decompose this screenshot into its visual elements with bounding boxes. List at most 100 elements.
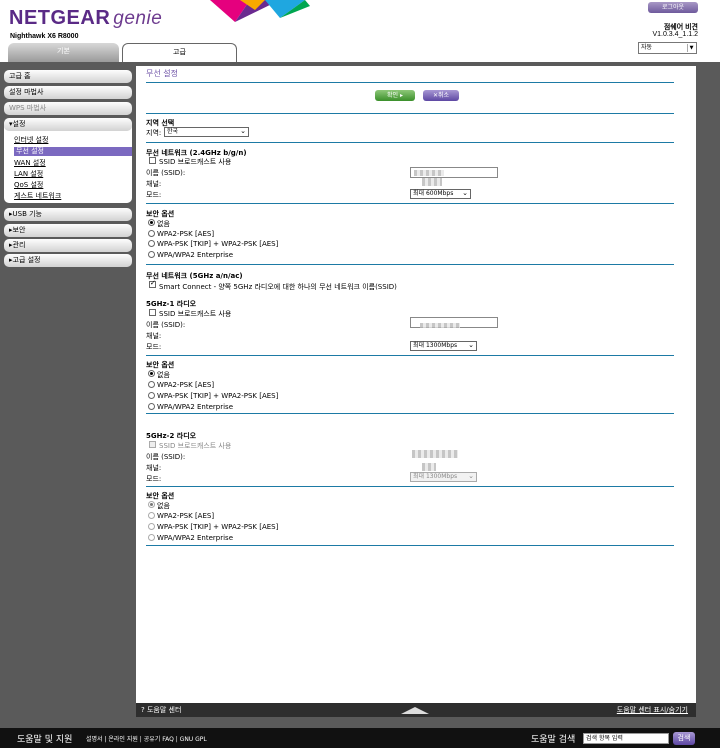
footer: 도움말 및 지원 설명서 | 온라인 지원 | 공유기 FAQ | GNU GP… — [0, 728, 720, 748]
sec2-radio-enterprise[interactable] — [148, 534, 155, 541]
sec24-option-label: WPA2-PSK [AES] — [157, 230, 215, 238]
sec2-option-label: WPA/WPA2 Enterprise — [157, 534, 234, 542]
sec1-option-label: WPA/WPA2 Enterprise — [157, 403, 234, 411]
divider — [146, 264, 674, 265]
sec1-radio-enterprise[interactable] — [148, 403, 155, 410]
sec24-radio-wpa2[interactable] — [148, 230, 155, 237]
net24-mode-label: 모드: — [146, 191, 162, 199]
radio2-ssid-broadcast-label: SSID 브로드캐스트 사용 — [159, 442, 232, 450]
sidebar-item-advanced-setup[interactable]: ▸고급 설정 — [4, 254, 132, 267]
net5-heading: 무선 네트워크 (5GHz a/n/ac) — [146, 272, 243, 280]
sidebar-item-setup-wizard[interactable]: 설정 마법사 — [4, 86, 132, 99]
net24-ssid-broadcast-label: SSID 브로드캐스트 사용 — [159, 158, 232, 166]
brand-name: NETGEAR — [9, 7, 111, 29]
radio1-mode-label: 모드: — [146, 343, 162, 351]
sec1-option-label: 없음 — [157, 371, 170, 379]
redacted-channel — [422, 178, 442, 186]
sidebar-item-qos-setup[interactable]: QoS 설정 — [14, 180, 43, 190]
sec1-option-label: WPA-PSK [TKIP] + WPA2-PSK [AES] — [157, 392, 279, 400]
chevron-down-icon: ⌄ — [468, 341, 474, 349]
sec2-heading: 보안 옵션 — [146, 492, 175, 500]
radio1-channel-label: 채널: — [146, 332, 162, 340]
language-selected: 자동 — [641, 44, 653, 51]
chevron-down-icon: ▼ — [687, 44, 695, 52]
sec24-heading: 보안 옵션 — [146, 210, 175, 218]
help-center-toggle[interactable]: 도움말 센터 표시/숨기기 — [617, 705, 688, 715]
divider — [146, 486, 674, 487]
radio2-heading: 5GHz-2 라디오 — [146, 432, 197, 440]
sidebar-item-lan-setup[interactable]: LAN 설정 — [14, 169, 43, 179]
help-icon: ? — [141, 706, 145, 714]
sec24-radio-none[interactable] — [148, 219, 155, 226]
netgear-genie-logo: NETGEAR genie — [9, 7, 162, 30]
language-select[interactable]: 자동 ▼ — [638, 42, 697, 54]
sidebar-item-advanced-home[interactable]: 고급 홈 — [4, 70, 132, 83]
cancel-button[interactable]: ✕취소 — [423, 90, 459, 101]
region-value: 한국 — [167, 128, 179, 135]
chevron-down-icon: ⌄ — [462, 189, 468, 197]
search-title: 도움말 검색 — [531, 735, 576, 745]
divider — [146, 113, 674, 114]
radio2-ssid-broadcast-checkbox[interactable] — [149, 441, 156, 448]
help-center-link[interactable]: ? 도움말 센터 — [141, 705, 181, 715]
divider — [146, 545, 674, 546]
chevron-up-icon[interactable] — [401, 707, 429, 714]
sec2-radio-wpa2[interactable] — [148, 512, 155, 519]
sec1-option-label: WPA2-PSK [AES] — [157, 381, 215, 389]
sec24-option-label: 없음 — [157, 220, 170, 228]
sec24-option-label: WPA-PSK [TKIP] + WPA2-PSK [AES] — [157, 240, 279, 248]
sec1-radio-none[interactable] — [148, 370, 155, 377]
divider — [146, 203, 674, 204]
sidebar-item-wireless-setup[interactable]: 무선 설정 — [14, 147, 132, 156]
divider — [146, 142, 674, 143]
sidebar-item-usb[interactable]: ▸USB 기능 — [4, 208, 132, 221]
apply-button[interactable]: 확인 ▸ — [375, 90, 415, 101]
sec2-radio-wpa-mixed[interactable] — [148, 523, 155, 530]
sec2-radio-none[interactable] — [148, 501, 155, 508]
logout-button[interactable]: 로그아웃 — [648, 2, 698, 13]
support-links[interactable]: 설명서 | 온라인 지원 | 공유기 FAQ | GNU GPL — [86, 734, 207, 743]
radio2-channel-label: 채널: — [146, 464, 162, 472]
router-model: Nighthawk X6 R8000 — [10, 33, 79, 40]
region-label: 지역: — [146, 129, 162, 137]
net24-ssid-label: 이름 (SSID): — [146, 169, 186, 177]
tab-basic[interactable]: 기본 — [8, 43, 119, 62]
tab-advanced[interactable]: 고급 — [122, 43, 237, 62]
radio2-mode-label: 모드: — [146, 475, 162, 483]
page-title: 무선 설정 — [146, 69, 178, 78]
net24-ssid-broadcast-checkbox[interactable] — [149, 157, 156, 164]
sec24-radio-wpa-mixed[interactable] — [148, 240, 155, 247]
title-divider — [146, 82, 674, 83]
sidebar-item-admin[interactable]: ▸관리 — [4, 239, 132, 252]
radio1-ssid-broadcast-checkbox[interactable] — [149, 309, 156, 316]
brand-product: genie — [113, 8, 163, 29]
sec24-option-label: WPA/WPA2 Enterprise — [157, 251, 234, 259]
sec2-option-label: WPA2-PSK [AES] — [157, 512, 215, 520]
sec1-radio-wpa-mixed[interactable] — [148, 392, 155, 399]
radio1-mode-value: 최대 1300Mbps — [413, 342, 458, 349]
net24-mode-select[interactable]: 최대 600Mbps ⌄ — [410, 189, 471, 199]
sec24-radio-enterprise[interactable] — [148, 251, 155, 258]
radio1-ssid-broadcast-label: SSID 브로드캐스트 사용 — [159, 310, 232, 318]
help-center-label: 도움말 센터 — [146, 706, 182, 714]
sidebar-item-security[interactable]: ▸보안 — [4, 224, 132, 237]
radio1-ssid-label: 이름 (SSID): — [146, 321, 186, 329]
sec1-heading: 보안 옵션 — [146, 361, 175, 369]
smart-connect-checkbox[interactable] — [149, 279, 156, 288]
sidebar-item-guest-network[interactable]: 게스트 네트워크 — [14, 191, 61, 201]
region-select[interactable]: 한국 ⌄ — [164, 127, 249, 137]
search-button[interactable]: 검색 — [673, 732, 695, 745]
sec1-radio-wpa2[interactable] — [148, 381, 155, 388]
sidebar-item-wan-setup[interactable]: WAN 설정 — [14, 158, 46, 168]
chevron-down-icon: ⌄ — [240, 127, 246, 135]
redacted-ssid — [420, 323, 460, 328]
sidebar-item-internet-setup[interactable]: 인터넷 설정 — [14, 135, 48, 145]
net24-mode-value: 최대 600Mbps — [413, 190, 454, 197]
sidebar-item-setup[interactable]: ▾설정 — [4, 118, 132, 131]
search-input[interactable]: 검색 항목 입력 — [583, 733, 669, 744]
smart-connect-label: Smart Connect - 양쪽 5GHz 라디오에 대한 하나의 무선 네… — [159, 283, 397, 291]
sec2-option-label: WPA-PSK [TKIP] + WPA2-PSK [AES] — [157, 523, 279, 531]
sidebar-item-wps-wizard[interactable]: WPS 마법사 — [4, 102, 132, 115]
radio2-mode-select[interactable]: 최대 1300Mbps ⌄ — [410, 472, 477, 482]
radio1-mode-select[interactable]: 최대 1300Mbps ⌄ — [410, 341, 477, 351]
